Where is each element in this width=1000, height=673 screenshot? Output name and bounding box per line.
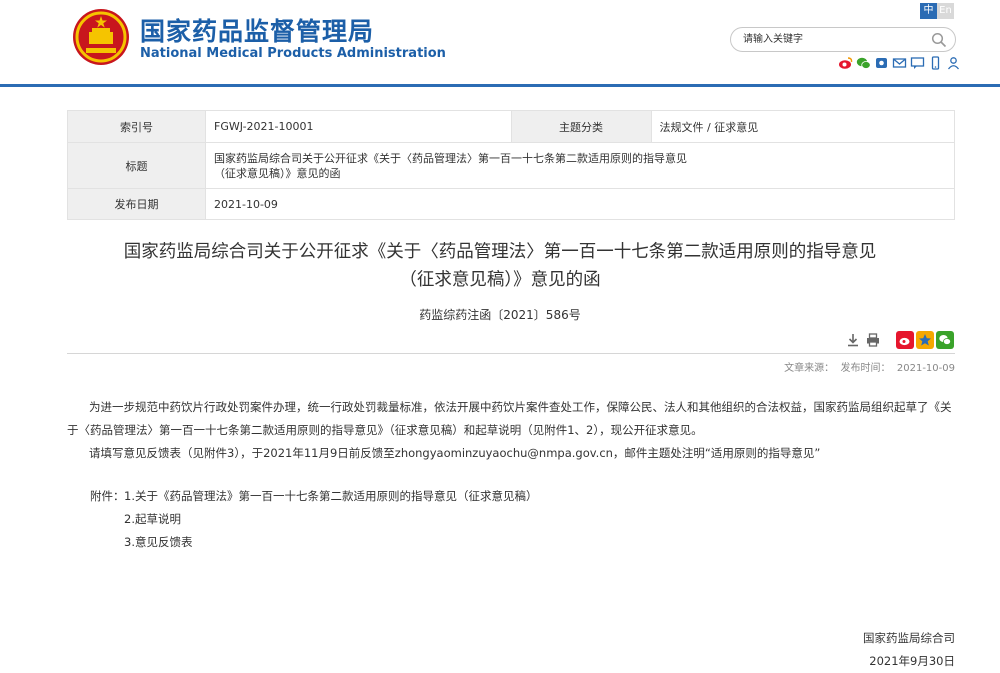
attachment-link-2[interactable]: 2.起草说明 — [124, 512, 181, 526]
body-paragraph-1: 为进一步规范中药饮片行政处罚案件办理，统一行政处罚裁量标准，依法开展中药饮片案件… — [67, 400, 952, 437]
article-body: 为进一步规范中药饮片行政处罚案件办理，统一行政处罚裁量标准，依法开展中药饮片案件… — [67, 396, 957, 554]
social-share-bar — [838, 56, 961, 70]
attachments: 附件：1.关于《药品管理法》第一百一十七条第二款适用原则的指导意见（征求意见稿）… — [67, 485, 957, 554]
source-and-publish-time: 文章来源： 发布时间： 2021-10-09 — [784, 363, 955, 374]
signature-block: 国家药监局综合司 2021年9月30日 — [863, 627, 955, 673]
category-label: 主题分类 — [510, 110, 652, 143]
wechat-icon[interactable] — [856, 56, 871, 70]
mobile-icon[interactable] — [928, 56, 943, 70]
body-paragraph-2: 请填写意见反馈表（见附件3），于2021年11月9日前反馈至zhongyaomi… — [89, 446, 821, 460]
article-tools — [846, 333, 880, 347]
article-title-line1: 国家药监局综合司关于公开征求《关于〈药品管理法〉第一百一十七条第二款适用原则的指… — [123, 242, 877, 262]
attachment-link-1[interactable]: 1.关于《药品管理法》第一百一十七条第二款适用原则的指导意见（征求意见稿） — [124, 489, 537, 503]
share-weibo-icon[interactable] — [896, 331, 914, 349]
publish-date-value: 2021-10-09 — [205, 188, 955, 220]
article-divider — [67, 353, 955, 354]
header-divider — [0, 84, 1000, 87]
national-emblem-icon — [73, 9, 129, 65]
index-label: 索引号 — [67, 110, 206, 143]
title-value: 国家药监局综合司关于公开征求《关于〈药品管理法〉第一百一十七条第二款适用原则的指… — [205, 142, 955, 189]
search-icon[interactable] — [931, 32, 947, 48]
attachment-link-3[interactable]: 3.意见反馈表 — [124, 535, 192, 549]
language-switcher: 中 En — [920, 3, 954, 19]
app-icon[interactable] — [874, 56, 889, 70]
user-icon[interactable] — [946, 56, 961, 70]
share-favorite-icon[interactable] — [916, 331, 934, 349]
index-value: FGWJ-2021-10001 — [205, 110, 512, 143]
attachments-label: 附件： — [90, 489, 125, 503]
title-value-line1: 国家药监局综合司关于公开征求《关于〈药品管理法〉第一百一十七条第二款适用原则的指… — [214, 151, 687, 165]
search-input[interactable] — [743, 31, 923, 48]
publish-date-label: 发布日期 — [67, 188, 206, 220]
attachment-row: 2.起草说明 — [67, 508, 957, 531]
category-value: 法规文件 / 征求意见 — [650, 110, 956, 143]
weibo-icon[interactable] — [838, 56, 853, 70]
document-number: 药监综药注函〔2021〕586号 — [419, 308, 581, 322]
site-logo-title[interactable]: 国家药品监督管理局 — [140, 12, 374, 48]
search-box — [730, 27, 956, 52]
share-wechat-icon[interactable] — [936, 331, 954, 349]
print-icon[interactable] — [866, 333, 880, 347]
feedback-icon[interactable] — [910, 56, 925, 70]
signature-org: 国家药监局综合司 — [863, 631, 955, 645]
site-header: 国家药品监督管理局 National Medical Products Admi… — [0, 0, 1000, 86]
lang-english-button[interactable]: En — [937, 3, 954, 19]
download-icon[interactable] — [846, 333, 860, 347]
email-icon[interactable] — [892, 56, 907, 70]
signature-date: 2021年9月30日 — [869, 654, 955, 668]
title-label: 标题 — [67, 142, 206, 189]
title-value-line2: （征求意见稿）》意见的函 — [214, 166, 341, 180]
lang-chinese-button[interactable]: 中 — [920, 3, 937, 19]
share-tools — [896, 331, 954, 349]
attachment-row: 附件：1.关于《药品管理法》第一百一十七条第二款适用原则的指导意见（征求意见稿） — [67, 485, 957, 508]
document-info-table: 索引号 FGWJ-2021-10001 主题分类 法规文件 / 征求意见 标题 … — [67, 110, 956, 220]
attachment-row: 3.意见反馈表 — [67, 531, 957, 554]
article-title-line2: （征求意见稿）》意见的函 — [399, 270, 601, 290]
site-logo-subtitle[interactable]: National Medical Products Administration — [140, 46, 446, 61]
article-title: 国家药监局综合司关于公开征求《关于〈药品管理法〉第一百一十七条第二款适用原则的指… — [0, 238, 1000, 294]
